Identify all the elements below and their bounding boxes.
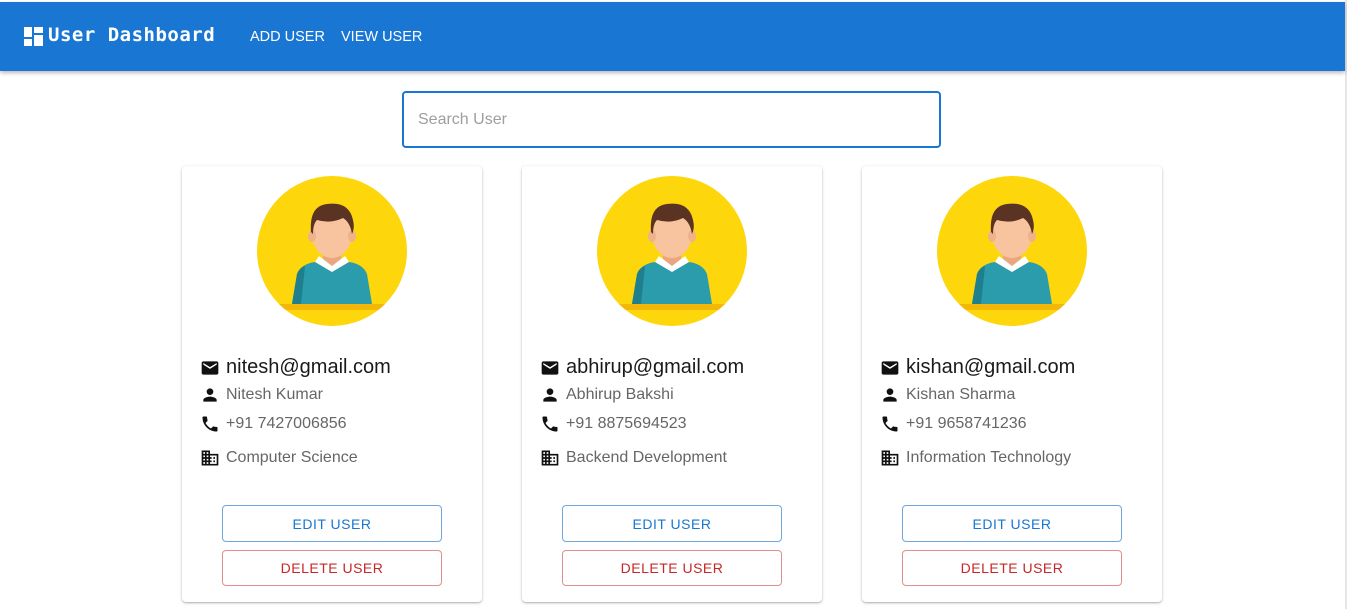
search-input[interactable] xyxy=(402,91,941,148)
nav-add-user[interactable]: ADD USER xyxy=(250,29,325,45)
department-row: Computer Science xyxy=(200,448,358,468)
edit-user-button[interactable]: EDIT USER xyxy=(222,505,442,542)
user-card: kishan@gmail.com Kishan Sharma +91 96587… xyxy=(862,166,1162,602)
user-avatar xyxy=(597,176,747,326)
user-department: Computer Science xyxy=(226,449,358,466)
user-email: nitesh@gmail.com xyxy=(226,356,391,378)
phone-icon xyxy=(882,416,898,432)
department-row: Backend Development xyxy=(540,448,727,468)
user-name: Abhirup Bakshi xyxy=(566,386,674,403)
person-icon xyxy=(883,388,897,402)
user-avatar xyxy=(257,176,407,326)
app-title: User Dashboard xyxy=(48,24,216,46)
user-avatar xyxy=(937,176,1087,326)
user-department: Information Technology xyxy=(906,449,1072,466)
dashboard-icon xyxy=(24,27,43,46)
department-row: Information Technology xyxy=(880,448,1071,468)
user-card: abhirup@gmail.com Abhirup Bakshi +91 887… xyxy=(522,166,822,602)
business-icon xyxy=(541,450,559,466)
email-row: kishan@gmail.com xyxy=(880,356,1075,379)
app-bar: User Dashboard ADD USER VIEW USER xyxy=(0,2,1345,71)
delete-user-button[interactable]: DELETE USER xyxy=(902,550,1122,586)
phone-icon xyxy=(202,416,218,432)
delete-user-button[interactable]: DELETE USER xyxy=(222,550,442,586)
user-email: abhirup@gmail.com xyxy=(566,356,745,378)
phone-row: +91 8875694523 xyxy=(540,414,687,434)
email-icon xyxy=(881,360,899,375)
phone-row: +91 7427006856 xyxy=(200,414,347,434)
nav-view-user[interactable]: VIEW USER xyxy=(341,29,422,45)
delete-user-button[interactable]: DELETE USER xyxy=(562,550,782,586)
user-name: Kishan Sharma xyxy=(906,386,1016,403)
user-department: Backend Development xyxy=(566,449,727,466)
edit-user-button[interactable]: EDIT USER xyxy=(902,505,1122,542)
business-icon xyxy=(881,450,899,466)
business-icon xyxy=(201,450,219,466)
user-phone: +91 8875694523 xyxy=(566,415,687,432)
person-icon xyxy=(543,388,557,402)
user-phone: +91 9658741236 xyxy=(906,415,1027,432)
user-email: kishan@gmail.com xyxy=(906,356,1076,378)
user-name: Nitesh Kumar xyxy=(226,386,323,403)
email-icon xyxy=(201,360,219,375)
name-row: Abhirup Bakshi xyxy=(540,385,674,405)
name-row: Kishan Sharma xyxy=(880,385,1015,405)
email-row: nitesh@gmail.com xyxy=(200,356,391,379)
phone-row: +91 9658741236 xyxy=(880,414,1027,434)
name-row: Nitesh Kumar xyxy=(200,385,323,405)
person-icon xyxy=(203,388,217,402)
user-card: nitesh@gmail.com Nitesh Kumar +91 742700… xyxy=(182,166,482,602)
email-icon xyxy=(541,360,559,375)
edit-user-button[interactable]: EDIT USER xyxy=(562,505,782,542)
user-phone: +91 7427006856 xyxy=(226,415,347,432)
phone-icon xyxy=(542,416,558,432)
email-row: abhirup@gmail.com xyxy=(540,356,744,379)
